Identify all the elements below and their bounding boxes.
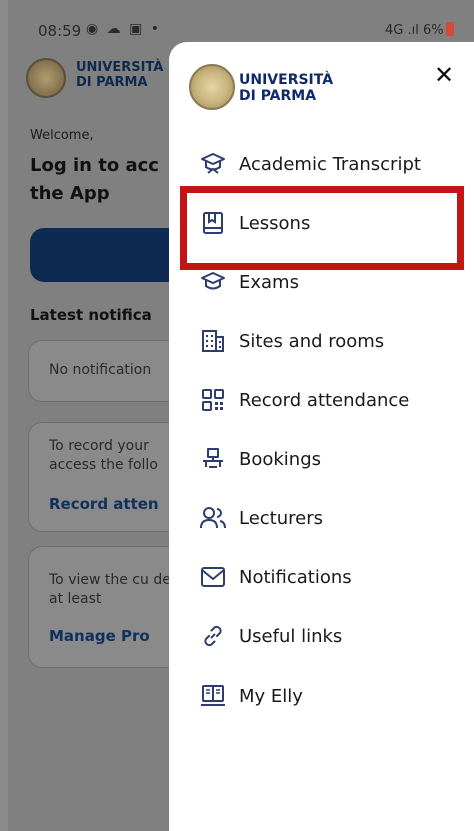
menu-item-record-attendance[interactable]: Record attendance bbox=[199, 382, 459, 418]
bg-logo-line2: DI PARMA bbox=[76, 75, 148, 90]
laptop-book-icon bbox=[199, 682, 227, 710]
signal-battery-status: 4G .ıl 6% bbox=[385, 22, 454, 38]
university-logo: UNIVERSITÀ DI PARMA bbox=[189, 64, 333, 110]
menu-item-sites-and-rooms[interactable]: Sites and rooms bbox=[199, 323, 459, 359]
envelope-icon bbox=[199, 563, 227, 591]
graduation-cap-icon bbox=[199, 150, 227, 178]
menu-label: Record attendance bbox=[239, 389, 410, 411]
menu-label: Notifications bbox=[239, 566, 352, 588]
menu-label: Exams bbox=[239, 271, 299, 293]
link-icon bbox=[199, 622, 227, 650]
logo-line2: DI PARMA bbox=[239, 88, 317, 104]
menu-item-lecturers[interactable]: Lecturers bbox=[199, 500, 459, 536]
status-time: 08:59 bbox=[38, 22, 82, 40]
menu-label: Academic Transcript bbox=[239, 153, 421, 175]
close-icon[interactable]: ✕ bbox=[429, 60, 459, 90]
menu-label: Bookings bbox=[239, 448, 322, 470]
exam-cap-icon bbox=[199, 268, 227, 296]
highlight-box bbox=[180, 186, 464, 270]
latest-notifications-heading: Latest notifica bbox=[30, 306, 152, 324]
card-link: Manage Pro bbox=[49, 627, 150, 645]
building-icon bbox=[199, 327, 227, 355]
menu-item-notifications[interactable]: Notifications bbox=[199, 559, 459, 595]
logo-line1: UNIVERSITÀ bbox=[239, 72, 334, 88]
bg-logo-line1: UNIVERSITÀ bbox=[76, 60, 164, 75]
battery-icon bbox=[445, 22, 454, 36]
qr-code-icon bbox=[199, 386, 227, 414]
desk-icon bbox=[199, 445, 227, 473]
menu-item-academic-transcript[interactable]: Academic Transcript bbox=[199, 146, 459, 182]
menu-item-useful-links[interactable]: Useful links bbox=[199, 618, 459, 654]
menu-item-my-elly[interactable]: My Elly bbox=[199, 678, 459, 714]
login-heading: Log in to acc the App bbox=[30, 155, 159, 204]
menu-label: My Elly bbox=[239, 685, 303, 707]
menu-label: Useful links bbox=[239, 625, 343, 647]
people-icon bbox=[199, 504, 227, 532]
card-text: No notification bbox=[49, 362, 152, 378]
menu-item-bookings[interactable]: Bookings bbox=[199, 441, 459, 477]
menu-label: Lecturers bbox=[239, 507, 324, 529]
university-seal-icon bbox=[26, 58, 66, 98]
university-seal-icon bbox=[189, 64, 235, 110]
navigation-drawer: UNIVERSITÀ DI PARMA ✕ Academic Transcrip… bbox=[169, 42, 474, 831]
notification-icons: ◉ ☁ ▣ • bbox=[86, 21, 162, 37]
card-link: Record atten bbox=[49, 495, 159, 513]
welcome-text: Welcome, bbox=[30, 128, 94, 143]
bg-university-logo: UNIVERSITÀ DI PARMA bbox=[26, 58, 163, 98]
menu-label: Sites and rooms bbox=[239, 330, 385, 352]
